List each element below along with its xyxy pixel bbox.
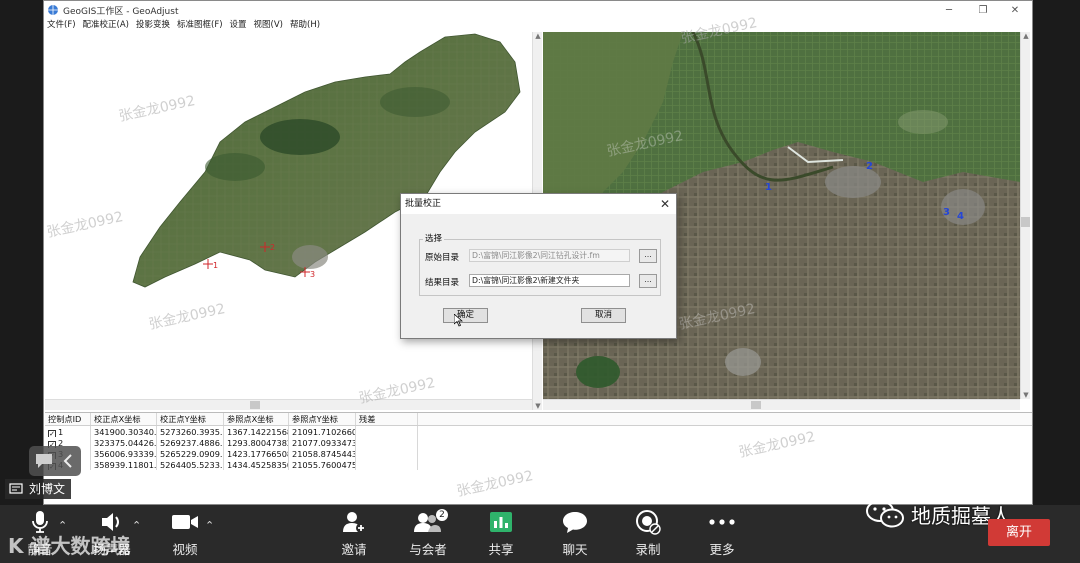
camera-icon: [172, 515, 198, 529]
screen: GeoGIS工作区 - GeoAdjust ─ ❐ ✕ 文件(F) 配准校正(A…: [0, 0, 1080, 563]
col-point-id[interactable]: 控制点ID: [45, 413, 91, 425]
batch-correction-dialog: 批量校正 ✕ 选择 原始目录 D:\富锦\同江影像2\同江钻孔设计.fm ...…: [400, 193, 677, 339]
more-label: 更多: [709, 542, 735, 557]
participants-button[interactable]: 与会者 2: [398, 509, 458, 558]
table-row[interactable]: ✓4 358939.11801... 5264405.5233... 1434.…: [45, 459, 1032, 470]
left-horizontal-scrollbar[interactable]: [45, 399, 532, 410]
right-marker-1: 1: [765, 182, 772, 193]
record-button[interactable]: 录制: [618, 509, 678, 558]
source-dir-label: 原始目录: [425, 253, 460, 263]
minimize-icon: ─: [945, 4, 953, 16]
col-correct-x[interactable]: 校正点X坐标: [91, 413, 157, 425]
menu-map-frame[interactable]: 标准图框(F): [177, 19, 223, 32]
left-marker-label-3: 3: [310, 270, 315, 279]
video-button[interactable]: 视频: [155, 509, 215, 558]
control-point-table: 控制点ID 校正点X坐标 校正点Y坐标 参照点X坐标 参照点Y坐标 残差 ✓ 1 …: [45, 412, 1032, 504]
menu-projection[interactable]: 投影变换: [136, 19, 170, 32]
dialog-title: 批量校正: [405, 199, 442, 209]
record-icon: [636, 510, 661, 535]
table-row[interactable]: ✓ 2 323375.04426... 5269237.4886... 1293.…: [45, 437, 1032, 448]
right-marker-2: 2: [866, 161, 873, 172]
speaker-options-chevron-icon[interactable]: ⌃: [132, 519, 141, 532]
left-marker-label-1: 1: [213, 261, 218, 270]
scroll-down-icon[interactable]: ▼: [533, 402, 543, 410]
menu-file[interactable]: 文件(F): [47, 19, 76, 32]
col-reference-x[interactable]: 参照点X坐标: [224, 413, 289, 425]
participants-label: 与会者: [409, 542, 447, 557]
row-checkbox[interactable]: ✓: [48, 430, 56, 437]
col-correct-y[interactable]: 校正点Y坐标: [157, 413, 224, 425]
share-label: 共享: [488, 542, 514, 557]
table-header: 控制点ID 校正点X坐标 校正点Y坐标 参照点X坐标 参照点Y坐标 残差: [45, 413, 1032, 426]
scroll-down-icon[interactable]: ▼: [1021, 391, 1031, 399]
invite-label: 邀请: [341, 542, 367, 557]
title-bar: GeoGIS工作区 - GeoAdjust ─ ❐ ✕: [44, 1, 1032, 19]
right-horizontal-scrollbar[interactable]: [543, 399, 1020, 410]
source-dir-field[interactable]: D:\富锦\同江影像2\同江钻孔设计.fm: [469, 249, 630, 262]
window-title: GeoGIS工作区 - GeoAdjust: [63, 6, 179, 17]
participant-count-badge: 2: [436, 509, 448, 521]
left-marker-label-2: 2: [270, 243, 275, 252]
col-reference-y[interactable]: 参照点Y坐标: [289, 413, 356, 425]
menu-help[interactable]: 帮助(H): [290, 19, 320, 32]
restore-icon: ❐: [978, 4, 988, 16]
share-button[interactable]: 共享: [471, 509, 531, 558]
scroll-up-icon[interactable]: ▲: [1021, 32, 1031, 40]
close-icon: ✕: [1010, 4, 1020, 16]
mouse-cursor-icon: [454, 314, 463, 327]
menu-bar: 文件(F) 配准校正(A) 投影变换 标准图框(F) 设置 视图(V) 帮助(H…: [44, 19, 1032, 32]
maximize-button[interactable]: ❐: [966, 1, 1000, 19]
share-screen-icon: [490, 512, 512, 532]
active-speaker-tag: 刘博文: [5, 479, 72, 499]
chat-bubble-icon: [36, 454, 52, 468]
chat-button[interactable]: 聊天: [545, 509, 605, 558]
menu-view[interactable]: 视图(V): [254, 19, 283, 32]
add-user-icon: [343, 512, 366, 533]
source-browse-button[interactable]: ...: [639, 249, 657, 263]
table-row[interactable]: ✓ 1 341900.30340... 5273260.3935... 1367.…: [45, 426, 1032, 437]
col-residual[interactable]: 残差: [356, 413, 418, 425]
scroll-up-icon[interactable]: ▲: [533, 32, 543, 40]
record-label: 录制: [635, 542, 661, 557]
result-browse-button[interactable]: ...: [639, 274, 657, 288]
collapse-left-icon[interactable]: [62, 454, 74, 468]
overlay-watermark-text: K 谱大数跨境: [8, 534, 131, 558]
more-icon: [709, 519, 735, 525]
speaker-name: 刘博文: [29, 482, 66, 496]
right-marker-4: 4: [957, 211, 964, 222]
right-hscroll-thumb[interactable]: [751, 401, 761, 409]
left-hscroll-thumb[interactable]: [250, 401, 260, 409]
invite-button[interactable]: 邀请: [324, 509, 384, 558]
video-label: 视频: [172, 542, 198, 557]
table-row[interactable]: ✓3 356006.93339... 5265229.0909... 1423.…: [45, 448, 1032, 459]
result-dir-field[interactable]: D:\富锦\同江影像2\新建文件夹: [469, 274, 630, 287]
chat-label: 聊天: [562, 542, 588, 557]
right-marker-3: 3: [943, 207, 950, 218]
dialog-title-bar: 批量校正 ✕: [401, 194, 676, 214]
video-options-chevron-icon[interactable]: ⌃: [205, 519, 214, 532]
menu-settings[interactable]: 设置: [230, 19, 247, 32]
result-dir-label: 结果目录: [425, 278, 460, 288]
right-vertical-scrollbar[interactable]: ▲ ▼: [1020, 32, 1030, 399]
close-button[interactable]: ✕: [998, 1, 1032, 19]
chat-icon: [563, 512, 587, 533]
cancel-button[interactable]: 取消: [581, 308, 626, 323]
menu-registration[interactable]: 配准校正(A): [83, 19, 129, 32]
select-group-label: 选择: [423, 232, 445, 244]
app-globe-icon: [48, 5, 58, 15]
collapsed-chat-panel[interactable]: [29, 446, 81, 476]
dialog-close-icon[interactable]: ✕: [660, 194, 670, 214]
right-vscroll-thumb[interactable]: [1021, 217, 1030, 227]
ok-button[interactable]: 确定: [443, 308, 488, 323]
wechat-logo-icon: [866, 500, 904, 528]
minimize-button[interactable]: ─: [932, 1, 966, 19]
screen-share-status-icon: [9, 483, 23, 494]
leave-meeting-button[interactable]: 离开: [988, 519, 1050, 546]
more-button[interactable]: 更多: [692, 509, 752, 558]
